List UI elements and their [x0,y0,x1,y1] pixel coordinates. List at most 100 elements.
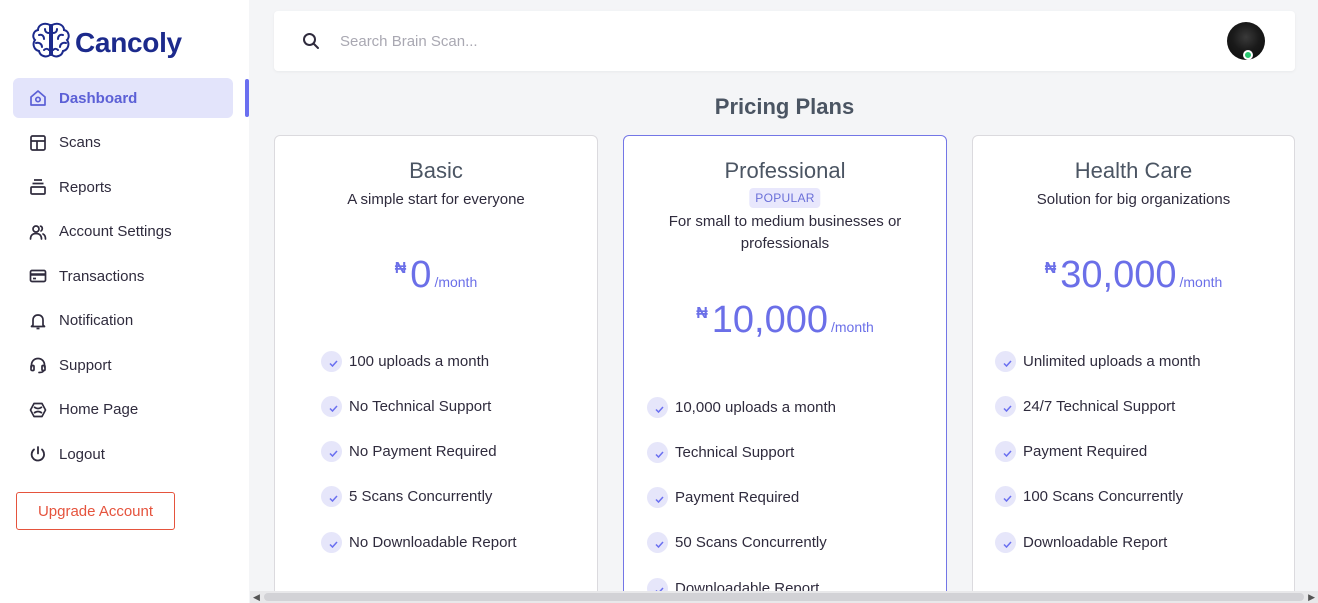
check-icon [995,531,1016,553]
currency-symbol: ₦ [394,260,407,277]
feature-text: Technical Support [675,443,795,461]
check-icon [321,395,342,417]
check-icon [995,441,1016,463]
feature-text: 50 Scans Concurrently [675,534,827,552]
scrollbar-thumb[interactable] [264,593,1304,601]
check-icon [647,532,668,554]
check-icon [995,395,1016,417]
feature-text: No Downloadable Report [349,533,517,551]
check-icon [995,350,1016,372]
list-item: 100 Scans Concurrently [995,486,1201,508]
online-status-dot [1243,50,1253,60]
plan-price: ₦ 30,000/month [973,254,1294,297]
list-item: 24/7 Technical Support [995,395,1201,417]
home-icon [29,89,47,107]
plan-name: Health Care [1074,158,1193,183]
sidebar-item-label: Logout [59,445,105,463]
plan-name: Basic [409,158,463,183]
headset-icon [29,356,47,374]
search-icon[interactable] [302,32,320,55]
list-item: 10,000 uploads a month [647,396,836,418]
feature-text: Payment Required [1023,443,1148,461]
popular-badge: POPULAR [749,188,821,208]
upgrade-account-button[interactable]: Upgrade Account [16,492,175,530]
sidebar-item-transactions[interactable]: Transactions [13,256,233,296]
sidebar-item-logout[interactable]: Logout [13,434,233,474]
plan-card-professional: Professional POPULAR For small to medium… [623,135,947,603]
list-item: 5 Scans Concurrently [321,486,517,508]
currency-symbol: ₦ [696,305,708,322]
feature-text: 5 Scans Concurrently [349,488,493,506]
feature-text: No Technical Support [349,397,492,415]
stack-icon [29,178,47,196]
logo[interactable]: Cancoly [30,21,182,64]
feature-text: Unlimited uploads a month [1023,352,1201,370]
check-icon [995,486,1016,508]
check-icon [647,441,668,463]
price-amount: 10,000 [711,299,828,341]
sidebar-item-notification[interactable]: Notification [13,301,233,341]
plan-price: ₦ 0/month [275,254,597,297]
list-item: 50 Scans Concurrently [647,532,836,554]
plan-price: ₦ 10,000/month [624,299,946,342]
feature-text: Downloadable Report [1023,533,1168,551]
horizontal-scrollbar[interactable]: ◀ ▶ [250,591,1318,603]
bell-icon [29,312,47,330]
price-amount: 0 [410,254,432,296]
list-item: Unlimited uploads a month [995,350,1201,372]
users-icon [29,223,47,241]
sidebar-item-account-settings[interactable]: Account Settings [13,212,233,252]
check-icon [647,396,668,418]
currency-symbol: ₦ [1044,260,1057,277]
feature-list: 100 uploads a month No Technical Support… [321,350,517,576]
plan-subtitle: For small to medium businesses or profes… [668,213,902,252]
search-input[interactable] [340,29,940,53]
layout-icon [29,134,47,152]
sidebar-item-label: Scans [59,134,101,151]
price-period: /month [434,274,478,290]
list-item: Payment Required [995,441,1201,463]
sidebar-item-label: Support [59,356,112,374]
sidebar-item-support[interactable]: Support [13,345,233,385]
feature-text: No Payment Required [349,443,497,461]
sidebar-item-label: Reports [59,178,112,196]
list-item: Technical Support [647,441,836,463]
scroll-left-icon[interactable]: ◀ [253,592,260,603]
sidebar-item-label: Dashboard [59,89,138,107]
feature-text: 10,000 uploads a month [675,398,836,416]
power-icon [29,445,47,463]
list-item: No Downloadable Report [321,531,517,553]
sidebar: Cancoly Dashboard Scans Reports Account … [0,0,249,603]
list-item: No Technical Support [321,395,517,417]
feature-list: 10,000 uploads a month Technical Support… [647,396,836,603]
feature-text: 24/7 Technical Support [1023,397,1176,415]
list-item: Downloadable Report [995,531,1201,553]
scroll-right-icon[interactable]: ▶ [1308,592,1315,603]
active-indicator [245,79,249,117]
sidebar-item-dashboard[interactable]: Dashboard [13,78,233,118]
feature-text: Payment Required [675,489,800,507]
feature-text: 100 uploads a month [349,352,490,370]
check-icon [647,487,668,509]
sidebar-item-scans[interactable]: Scans [13,123,233,163]
sidebar-item-label: Notification [59,312,134,329]
list-item: Payment Required [647,487,836,509]
check-icon [321,350,342,372]
sidebar-nav: Dashboard Scans Reports Account Settings… [13,78,233,479]
sidebar-item-home-page[interactable]: Home Page [13,390,233,430]
price-period: /month [830,319,874,335]
plan-card-health-care: Health Care Solution for big organizatio… [972,135,1295,603]
brand-name: Cancoly [75,26,182,58]
feature-text: 100 Scans Concurrently [1023,488,1184,506]
list-item: 100 uploads a month [321,350,517,372]
check-icon [321,441,342,463]
price-period: /month [1179,274,1223,290]
brain-icon [30,21,72,64]
check-icon [321,486,342,508]
sidebar-item-label: Transactions [59,267,145,285]
sidebar-item-reports[interactable]: Reports [13,167,233,207]
sidebar-item-label: Home Page [59,401,139,418]
price-amount: 30,000 [1060,254,1177,296]
top-bar [274,11,1295,71]
plan-subtitle: Solution for big organizations [1036,191,1231,208]
